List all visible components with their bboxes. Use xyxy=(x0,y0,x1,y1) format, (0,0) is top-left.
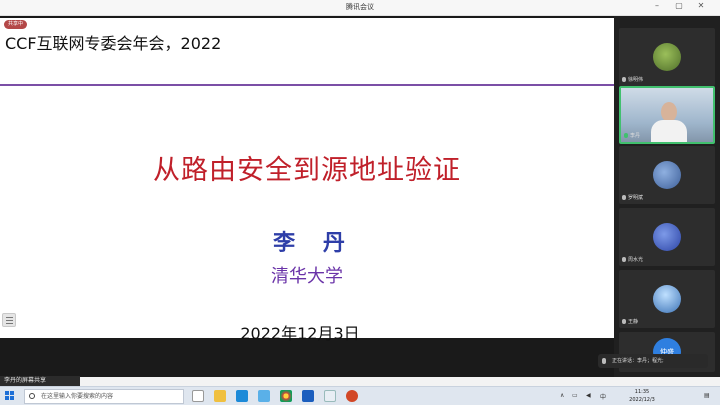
volume-icon[interactable]: ◀ xyxy=(586,392,591,399)
search-placeholder: 在这里输入你要搜索的内容 xyxy=(41,393,114,400)
avatar xyxy=(653,161,681,189)
window-title: 腾讯会议 xyxy=(346,3,374,11)
screen-share-label: 李丹的屏幕共享 xyxy=(0,376,80,386)
slide-date: 2022年12月3日 xyxy=(240,324,360,343)
speaking-indicator: 正在讲话：李丹；程光; xyxy=(598,354,708,368)
ime-indicator[interactable]: 中 xyxy=(600,392,606,401)
participant-tile[interactable]: 王静 xyxy=(619,270,715,328)
mic-active-icon xyxy=(624,133,628,138)
app-icon[interactable] xyxy=(258,390,270,402)
face-shape xyxy=(661,102,677,122)
powerpoint-icon[interactable] xyxy=(346,390,358,402)
taskbar-clock[interactable]: 11:35 2022/12/3 xyxy=(622,388,662,404)
minimize-icon[interactable]: – xyxy=(650,1,664,10)
mic-icon xyxy=(622,319,626,324)
clock-time: 11:35 xyxy=(634,389,650,395)
title-bar: 腾讯会议 – ▢ ✕ xyxy=(0,0,720,16)
close-icon[interactable]: ✕ xyxy=(694,1,708,10)
participant-tile[interactable]: 罗明斌 xyxy=(619,146,715,204)
participant-tile[interactable]: 周水光 xyxy=(619,208,715,266)
participant-name: 罗明斌 xyxy=(628,195,644,201)
mic-icon xyxy=(622,195,626,200)
clock-date: 2022/12/3 xyxy=(629,397,655,403)
slide-divider xyxy=(0,84,614,86)
participant-name: 王静 xyxy=(628,319,639,325)
slide-organization: 清华大学 xyxy=(271,266,343,287)
file-explorer-icon[interactable] xyxy=(214,390,226,402)
participant-name: 徐明伟 xyxy=(628,77,644,83)
word-icon[interactable] xyxy=(302,390,314,402)
participant-panel: 徐明伟 李丹 罗明斌 周水光 王静 仲盛 xyxy=(614,16,720,377)
participant-name: 李丹 xyxy=(630,133,641,139)
chrome-icon[interactable] xyxy=(280,390,292,402)
participant-name: 周水光 xyxy=(628,257,644,263)
app-icon[interactable] xyxy=(324,390,336,402)
slide-title: 从路由安全到源地址验证 xyxy=(153,155,461,186)
mic-icon xyxy=(622,77,626,82)
participant-tile[interactable]: 徐明伟 xyxy=(619,28,715,86)
avatar xyxy=(653,43,681,71)
avatar xyxy=(653,285,681,313)
mic-icon xyxy=(602,358,606,364)
sharing-badge: 共享中 xyxy=(4,20,28,29)
mic-icon xyxy=(622,257,626,262)
tencent-meeting-icon[interactable] xyxy=(236,390,248,402)
task-view-icon[interactable] xyxy=(192,390,204,402)
windows-taskbar: 在这里输入你要搜索的内容 ∧ ▭ ◀ 中 11:35 2022/12/3 ▤ xyxy=(0,386,720,405)
network-icon[interactable]: ▭ xyxy=(572,392,578,399)
maximize-icon[interactable]: ▢ xyxy=(672,1,686,10)
taskbar-search-input[interactable]: 在这里输入你要搜索的内容 xyxy=(24,389,184,404)
speaking-text: 正在讲话：李丹；程光; xyxy=(612,358,664,364)
participant-tile-active-video[interactable]: 李丹 xyxy=(619,86,715,144)
windows-start-icon[interactable] xyxy=(5,391,15,401)
avatar xyxy=(653,223,681,251)
slide-author: 李 丹 xyxy=(273,231,355,256)
slide-header: CCF互联网专委会年会，2022 xyxy=(5,34,222,53)
shirt-shape xyxy=(651,120,687,142)
tray-chevron-icon[interactable]: ∧ xyxy=(560,392,564,399)
chat-icon[interactable] xyxy=(2,313,16,327)
search-icon xyxy=(29,393,35,399)
notification-icon[interactable]: ▤ xyxy=(704,392,710,399)
